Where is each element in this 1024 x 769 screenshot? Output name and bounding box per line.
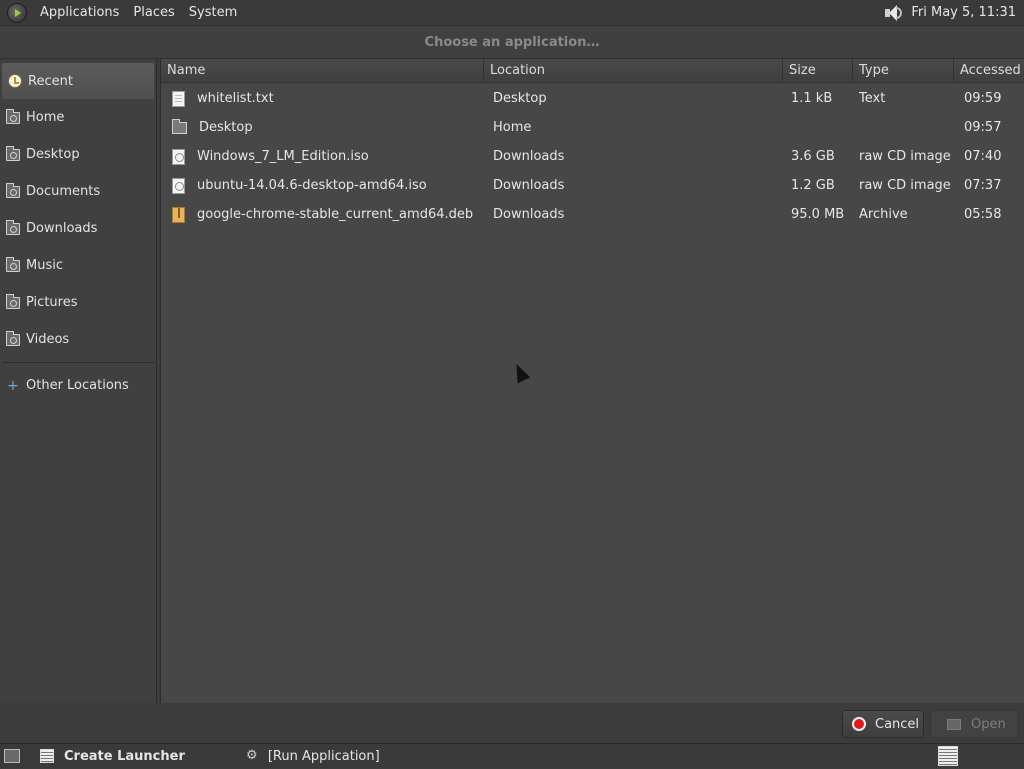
column-header-bar: Name Location Size Type Accessed — [161, 59, 1024, 83]
downloads-folder-icon — [6, 219, 20, 235]
column-header-size[interactable]: Size — [783, 59, 853, 83]
dialog-button-bar: Cancel Open — [0, 703, 1024, 743]
file-name: whitelist.txt — [197, 91, 274, 106]
file-type: Archive — [859, 207, 908, 222]
dialog-title: Choose an application… — [0, 26, 1024, 59]
cancel-button-label: Cancel — [875, 716, 920, 732]
desktop-folder-icon — [6, 145, 20, 161]
sidebar-item-music[interactable]: Music — [0, 247, 156, 284]
file-name: Desktop — [199, 120, 253, 135]
file-name: ubuntu-14.04.6-desktop-amd64.iso — [197, 178, 427, 193]
pictures-folder-icon — [6, 293, 20, 309]
column-header-name[interactable]: Name — [161, 59, 484, 83]
home-folder-icon — [6, 108, 20, 124]
run-application-icon: ⚙ — [246, 748, 258, 763]
file-type: raw CD image — [859, 178, 951, 193]
stop-icon — [852, 717, 866, 731]
file-size: 1.2 GB — [791, 178, 835, 193]
sidebar-item-label: Music — [26, 258, 63, 273]
recent-clock-icon — [8, 74, 22, 88]
table-row[interactable]: Desktop Home 09:57 — [161, 113, 1024, 142]
sidebar-item-pictures[interactable]: Pictures — [0, 284, 156, 321]
documents-folder-icon — [6, 182, 20, 198]
taskbar-item-run-application[interactable]: ⚙ [Run Application] — [195, 744, 390, 769]
disc-image-icon — [172, 177, 185, 194]
menu-places[interactable]: Places — [126, 0, 181, 26]
table-row[interactable]: google-chrome-stable_current_amd64.deb D… — [161, 200, 1024, 229]
file-name: google-chrome-stable_current_amd64.deb — [197, 207, 474, 222]
sidebar-item-label: Downloads — [26, 221, 98, 236]
sidebar-item-label: Other Locations — [26, 378, 129, 393]
places-sidebar: Recent Home Desktop Documents Downloads … — [0, 59, 157, 703]
file-location: Desktop — [493, 91, 547, 106]
sidebar-item-label: Desktop — [26, 147, 80, 162]
taskbar: Create Launcher ⚙ [Run Application] — [0, 743, 1024, 768]
menu-system[interactable]: System — [182, 0, 244, 26]
table-row[interactable]: whitelist.txt Desktop 1.1 kB Text 09:59 — [161, 84, 1024, 113]
folder-icon — [172, 118, 187, 134]
file-location: Downloads — [493, 207, 565, 222]
table-row[interactable]: ubuntu-14.04.6-desktop-amd64.iso Downloa… — [161, 171, 1024, 200]
sidebar-item-recent[interactable]: Recent — [2, 63, 154, 99]
sidebar-item-label: Pictures — [26, 295, 78, 310]
file-list-view: Name Location Size Type Accessed whiteli… — [160, 59, 1024, 703]
file-location: Downloads — [493, 149, 565, 164]
table-row[interactable]: Windows_7_LM_Edition.iso Downloads 3.6 G… — [161, 142, 1024, 171]
file-location: Downloads — [493, 178, 565, 193]
sidebar-item-label: Videos — [26, 332, 70, 347]
sidebar-item-documents[interactable]: Documents — [0, 173, 156, 210]
file-type — [859, 113, 962, 142]
clock[interactable]: Fri May 5, 11:31 — [911, 5, 1016, 20]
file-size: 3.6 GB — [791, 149, 835, 164]
open-folder-icon — [947, 718, 961, 730]
column-header-location[interactable]: Location — [484, 59, 783, 83]
top-panel: Applications Places System Fri May 5, 11… — [0, 0, 1024, 26]
mint-menu-logo-icon[interactable] — [7, 2, 27, 23]
taskbar-item-create-launcher[interactable]: Create Launcher — [30, 744, 195, 769]
archive-icon — [172, 206, 185, 223]
column-header-accessed[interactable]: Accessed — [954, 59, 1024, 83]
sidebar-item-other-locations[interactable]: + Other Locations — [0, 367, 156, 404]
trash-icon[interactable] — [938, 746, 958, 766]
file-type: Text — [859, 91, 886, 106]
sidebar-item-label: Home — [26, 110, 65, 125]
file-accessed: 09:57 — [964, 120, 1002, 135]
volume-speaker-icon[interactable] — [883, 3, 903, 23]
open-button-label: Open — [971, 716, 1006, 732]
cancel-button[interactable]: Cancel — [842, 710, 924, 738]
open-button[interactable]: Open — [930, 710, 1018, 738]
task-label: [Run Application] — [267, 748, 380, 764]
file-name: Windows_7_LM_Edition.iso — [197, 149, 369, 164]
file-accessed: 05:58 — [964, 207, 1002, 222]
sidebar-item-home[interactable]: Home — [0, 99, 156, 136]
file-type: raw CD image — [859, 149, 951, 164]
file-accessed: 07:40 — [964, 149, 1002, 164]
task-label: Create Launcher — [64, 748, 185, 764]
file-size: 1.1 kB — [791, 91, 833, 106]
disc-image-icon — [172, 148, 185, 165]
videos-folder-icon — [6, 330, 20, 346]
sidebar-item-label: Documents — [26, 184, 101, 199]
plus-icon: + — [7, 377, 19, 394]
menu-applications[interactable]: Applications — [33, 0, 126, 26]
launcher-icon — [40, 749, 54, 763]
file-accessed: 09:59 — [964, 91, 1002, 106]
file-location: Home — [493, 120, 532, 135]
file-size: 95.0 MB — [791, 207, 845, 222]
sidebar-item-videos[interactable]: Videos — [0, 321, 156, 358]
sidebar-item-label: Recent — [28, 73, 73, 89]
sidebar-separator — [2, 362, 154, 363]
sidebar-item-desktop[interactable]: Desktop — [0, 136, 156, 173]
column-header-type[interactable]: Type — [853, 59, 954, 83]
show-desktop-icon[interactable] — [4, 749, 20, 763]
text-file-icon — [172, 90, 185, 107]
music-folder-icon — [6, 256, 20, 272]
sidebar-item-downloads[interactable]: Downloads — [0, 210, 156, 247]
file-accessed: 07:37 — [964, 178, 1002, 193]
file-size — [789, 113, 859, 142]
